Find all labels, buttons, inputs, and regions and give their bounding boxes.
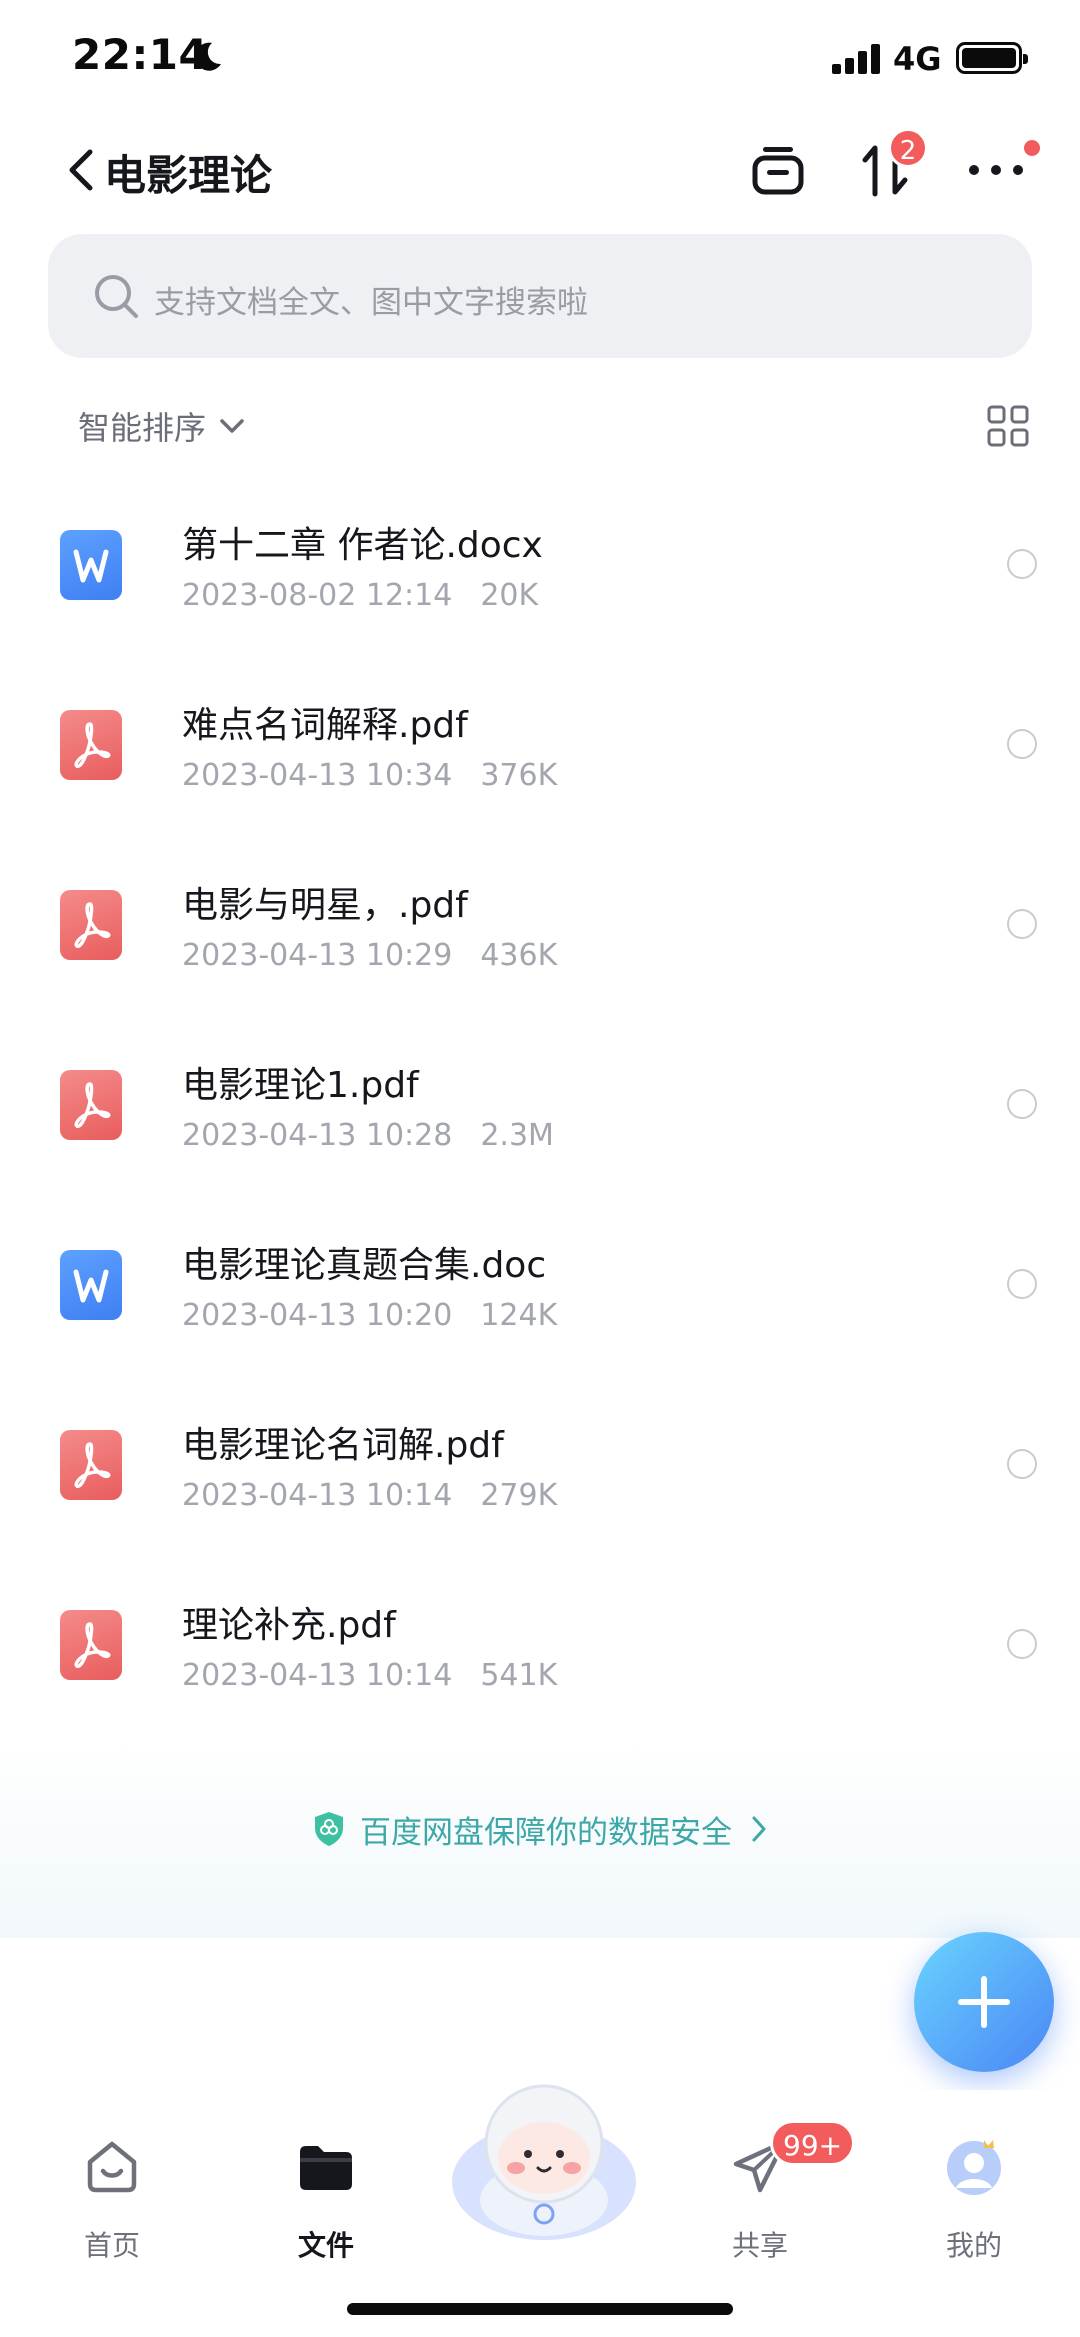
more-dots-icon [969, 165, 1023, 175]
select-checkbox[interactable] [1007, 909, 1037, 939]
pdf-icon [60, 710, 122, 780]
network-label: 4G [893, 40, 942, 78]
select-checkbox[interactable] [1007, 1089, 1037, 1119]
file-date: 2023-04-13 10:28 [182, 1118, 453, 1153]
status-bar: 22:14 4G [0, 0, 1080, 118]
search-icon [95, 275, 138, 318]
file-row[interactable]: 电影理论1.pdf 2023-04-13 10:28 2.3M [0, 1014, 1080, 1194]
file-date: 2023-04-13 10:20 [182, 1298, 453, 1333]
home-indicator [347, 2303, 733, 2315]
word-doc-icon [60, 1250, 122, 1320]
status-time: 22:14 [72, 30, 209, 79]
notification-dot [1024, 140, 1040, 156]
nav-files-label: 文件 [297, 2229, 354, 2262]
signal-icon [832, 44, 882, 74]
sort-label: 智能排序 [78, 409, 207, 447]
file-row[interactable]: 电影与明星，.pdf 2023-04-13 10:29 436K [0, 834, 1080, 1014]
sort-dropdown[interactable]: 智能排序 [78, 402, 250, 450]
file-row[interactable]: 难点名词解释.pdf 2023-04-13 10:34 376K [0, 654, 1080, 834]
file-meta: 2023-08-02 12:14 20K [182, 578, 538, 613]
file-row[interactable]: 第十二章 作者论.docx 2023-08-02 12:14 20K [0, 474, 1080, 654]
nav-files[interactable]: 文件 [246, 2136, 406, 2266]
back-button[interactable] [60, 142, 108, 198]
nav-mine-label: 我的 [945, 2229, 1002, 2262]
grid-view-icon [987, 405, 1029, 447]
select-checkbox[interactable] [1007, 729, 1037, 759]
file-date: 2023-04-13 10:34 [182, 758, 453, 793]
shield-icon [315, 1812, 343, 1846]
search-placeholder: 支持文档全文、图中文字搜索啦 [154, 285, 588, 321]
file-date: 2023-04-13 10:14 [182, 1658, 453, 1693]
file-meta: 2023-04-13 10:20 124K [182, 1298, 557, 1333]
file-name: 电影与明星，.pdf [182, 885, 468, 926]
home-icon [87, 2141, 137, 2193]
astronaut-mascot-icon [452, 2084, 636, 2240]
search-input[interactable]: 支持文档全文、图中文字搜索啦 [48, 234, 1032, 358]
file-meta: 2023-04-13 10:34 376K [182, 758, 557, 793]
file-name: 难点名词解释.pdf [182, 705, 468, 746]
file-date: 2023-08-02 12:14 [182, 578, 453, 613]
nav-home[interactable]: 首页 [32, 2136, 192, 2266]
transfer-badge: 2 [888, 128, 928, 168]
nav-home-label: 首页 [83, 2229, 140, 2262]
file-date: 2023-04-13 10:29 [182, 938, 453, 973]
file-size: 2.3M [480, 1118, 554, 1153]
select-checkbox[interactable] [1007, 1629, 1037, 1659]
share-badge: 99+ [770, 2120, 856, 2166]
pdf-icon [60, 1610, 122, 1680]
select-checkbox[interactable] [1007, 1269, 1037, 1299]
file-name: 电影理论1.pdf [182, 1065, 419, 1106]
archive-box-icon [752, 147, 804, 195]
nav-share-label: 共享 [731, 2229, 788, 2262]
battery-icon [956, 42, 1028, 74]
file-meta: 2023-04-13 10:14 541K [182, 1658, 557, 1693]
archive-button[interactable] [740, 132, 816, 208]
mascot-button[interactable] [446, 2082, 642, 2242]
folder-icon [300, 2146, 352, 2190]
select-checkbox[interactable] [1007, 1449, 1037, 1479]
pdf-icon [60, 1070, 122, 1140]
file-meta: 2023-04-13 10:28 2.3M [182, 1118, 554, 1153]
more-button[interactable] [958, 132, 1034, 208]
moon-icon [195, 42, 221, 71]
file-size: 20K [480, 578, 539, 613]
file-date: 2023-04-13 10:14 [182, 1478, 453, 1513]
nav-mine[interactable]: 我的 [894, 2136, 1054, 2266]
security-banner: 百度网盘保障你的数据安全 [0, 1740, 1080, 1938]
file-size: 541K [480, 1658, 558, 1693]
file-row[interactable]: 电影理论真题合集.doc 2023-04-13 10:20 124K [0, 1194, 1080, 1374]
page-title: 电影理论 [104, 151, 273, 200]
grid-view-button[interactable] [986, 404, 1030, 448]
add-button[interactable] [914, 1932, 1054, 2072]
file-size: 436K [480, 938, 558, 973]
header: 电影理论 2 [0, 118, 1080, 222]
chevron-right-icon [752, 1816, 766, 1842]
file-size: 279K [480, 1478, 558, 1513]
chevron-left-icon [69, 149, 93, 191]
file-name: 第十二章 作者论.docx [182, 525, 543, 566]
file-name: 电影理论名词解.pdf [182, 1425, 504, 1466]
security-link[interactable]: 百度网盘保障你的数据安全 [0, 1804, 1080, 1854]
security-text: 百度网盘保障你的数据安全 [360, 1814, 732, 1851]
file-name: 理论补充.pdf [182, 1605, 396, 1646]
file-meta: 2023-04-13 10:29 436K [182, 938, 557, 973]
file-size: 124K [480, 1298, 558, 1333]
select-checkbox[interactable] [1007, 549, 1037, 579]
avatar-icon [947, 2140, 1001, 2195]
file-row[interactable]: 电影理论名词解.pdf 2023-04-13 10:14 279K [0, 1374, 1080, 1554]
file-row[interactable]: 理论补充.pdf 2023-04-13 10:14 541K [0, 1554, 1080, 1734]
pdf-icon [60, 890, 122, 960]
pdf-icon [60, 1430, 122, 1500]
file-name: 电影理论真题合集.doc [182, 1245, 547, 1286]
word-doc-icon [60, 530, 122, 600]
nav-share[interactable]: 99+ 共享 [680, 2120, 856, 2266]
file-size: 376K [480, 758, 558, 793]
chevron-down-icon [220, 419, 244, 433]
file-meta: 2023-04-13 10:14 279K [182, 1478, 557, 1513]
